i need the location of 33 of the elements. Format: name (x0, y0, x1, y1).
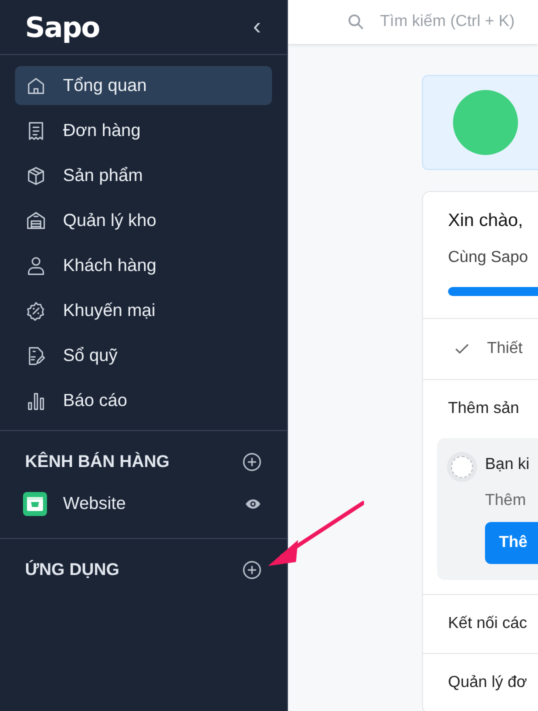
add-button[interactable]: Thê (485, 522, 538, 564)
store-cart-icon (23, 492, 47, 516)
percent-badge-icon (25, 300, 47, 322)
nav-item[interactable]: Sổ quỹ (15, 336, 272, 375)
channel-item[interactable]: Website (0, 481, 287, 526)
welcome-subtitle: Cùng Sapo (448, 249, 530, 267)
nav-item[interactable]: Khuyến mại (15, 291, 272, 330)
add-button[interactable] (241, 559, 263, 581)
nav-item[interactable]: Quản lý kho (15, 201, 272, 240)
plus-circle-icon (241, 559, 263, 581)
section-title: ỨNG DỤNG (25, 560, 120, 580)
collapse-button[interactable]: ‹ (249, 15, 265, 39)
section-title: KÊNH BÁN HÀNG (25, 452, 170, 472)
person-icon (25, 254, 47, 276)
task-description: Thêm (485, 492, 527, 510)
logo: Sapo (25, 10, 100, 44)
warehouse-icon (25, 210, 47, 232)
search-field[interactable]: Tìm kiếm (Ctrl + K) (346, 12, 538, 32)
nav-item[interactable]: Sản phẩm (15, 156, 272, 195)
task-title: Bạn ki (485, 456, 530, 474)
welcome-title: Xin chào, (448, 210, 524, 231)
step-label: Thiết (487, 340, 523, 358)
search-icon (346, 12, 366, 32)
box-icon (25, 164, 47, 186)
nav-item[interactable]: Khách hàng (15, 246, 272, 285)
plus-circle-icon (241, 451, 263, 473)
group-title: Thêm sản (448, 400, 520, 418)
nav-item[interactable]: Tổng quan (15, 66, 272, 105)
nav-item[interactable]: Báo cáo (15, 381, 272, 420)
nav-item[interactable]: Đơn hàng (15, 111, 272, 150)
add-button[interactable] (241, 451, 263, 473)
group-title: Quản lý đơ (448, 674, 528, 692)
group-title: Kết nối các (448, 615, 528, 633)
